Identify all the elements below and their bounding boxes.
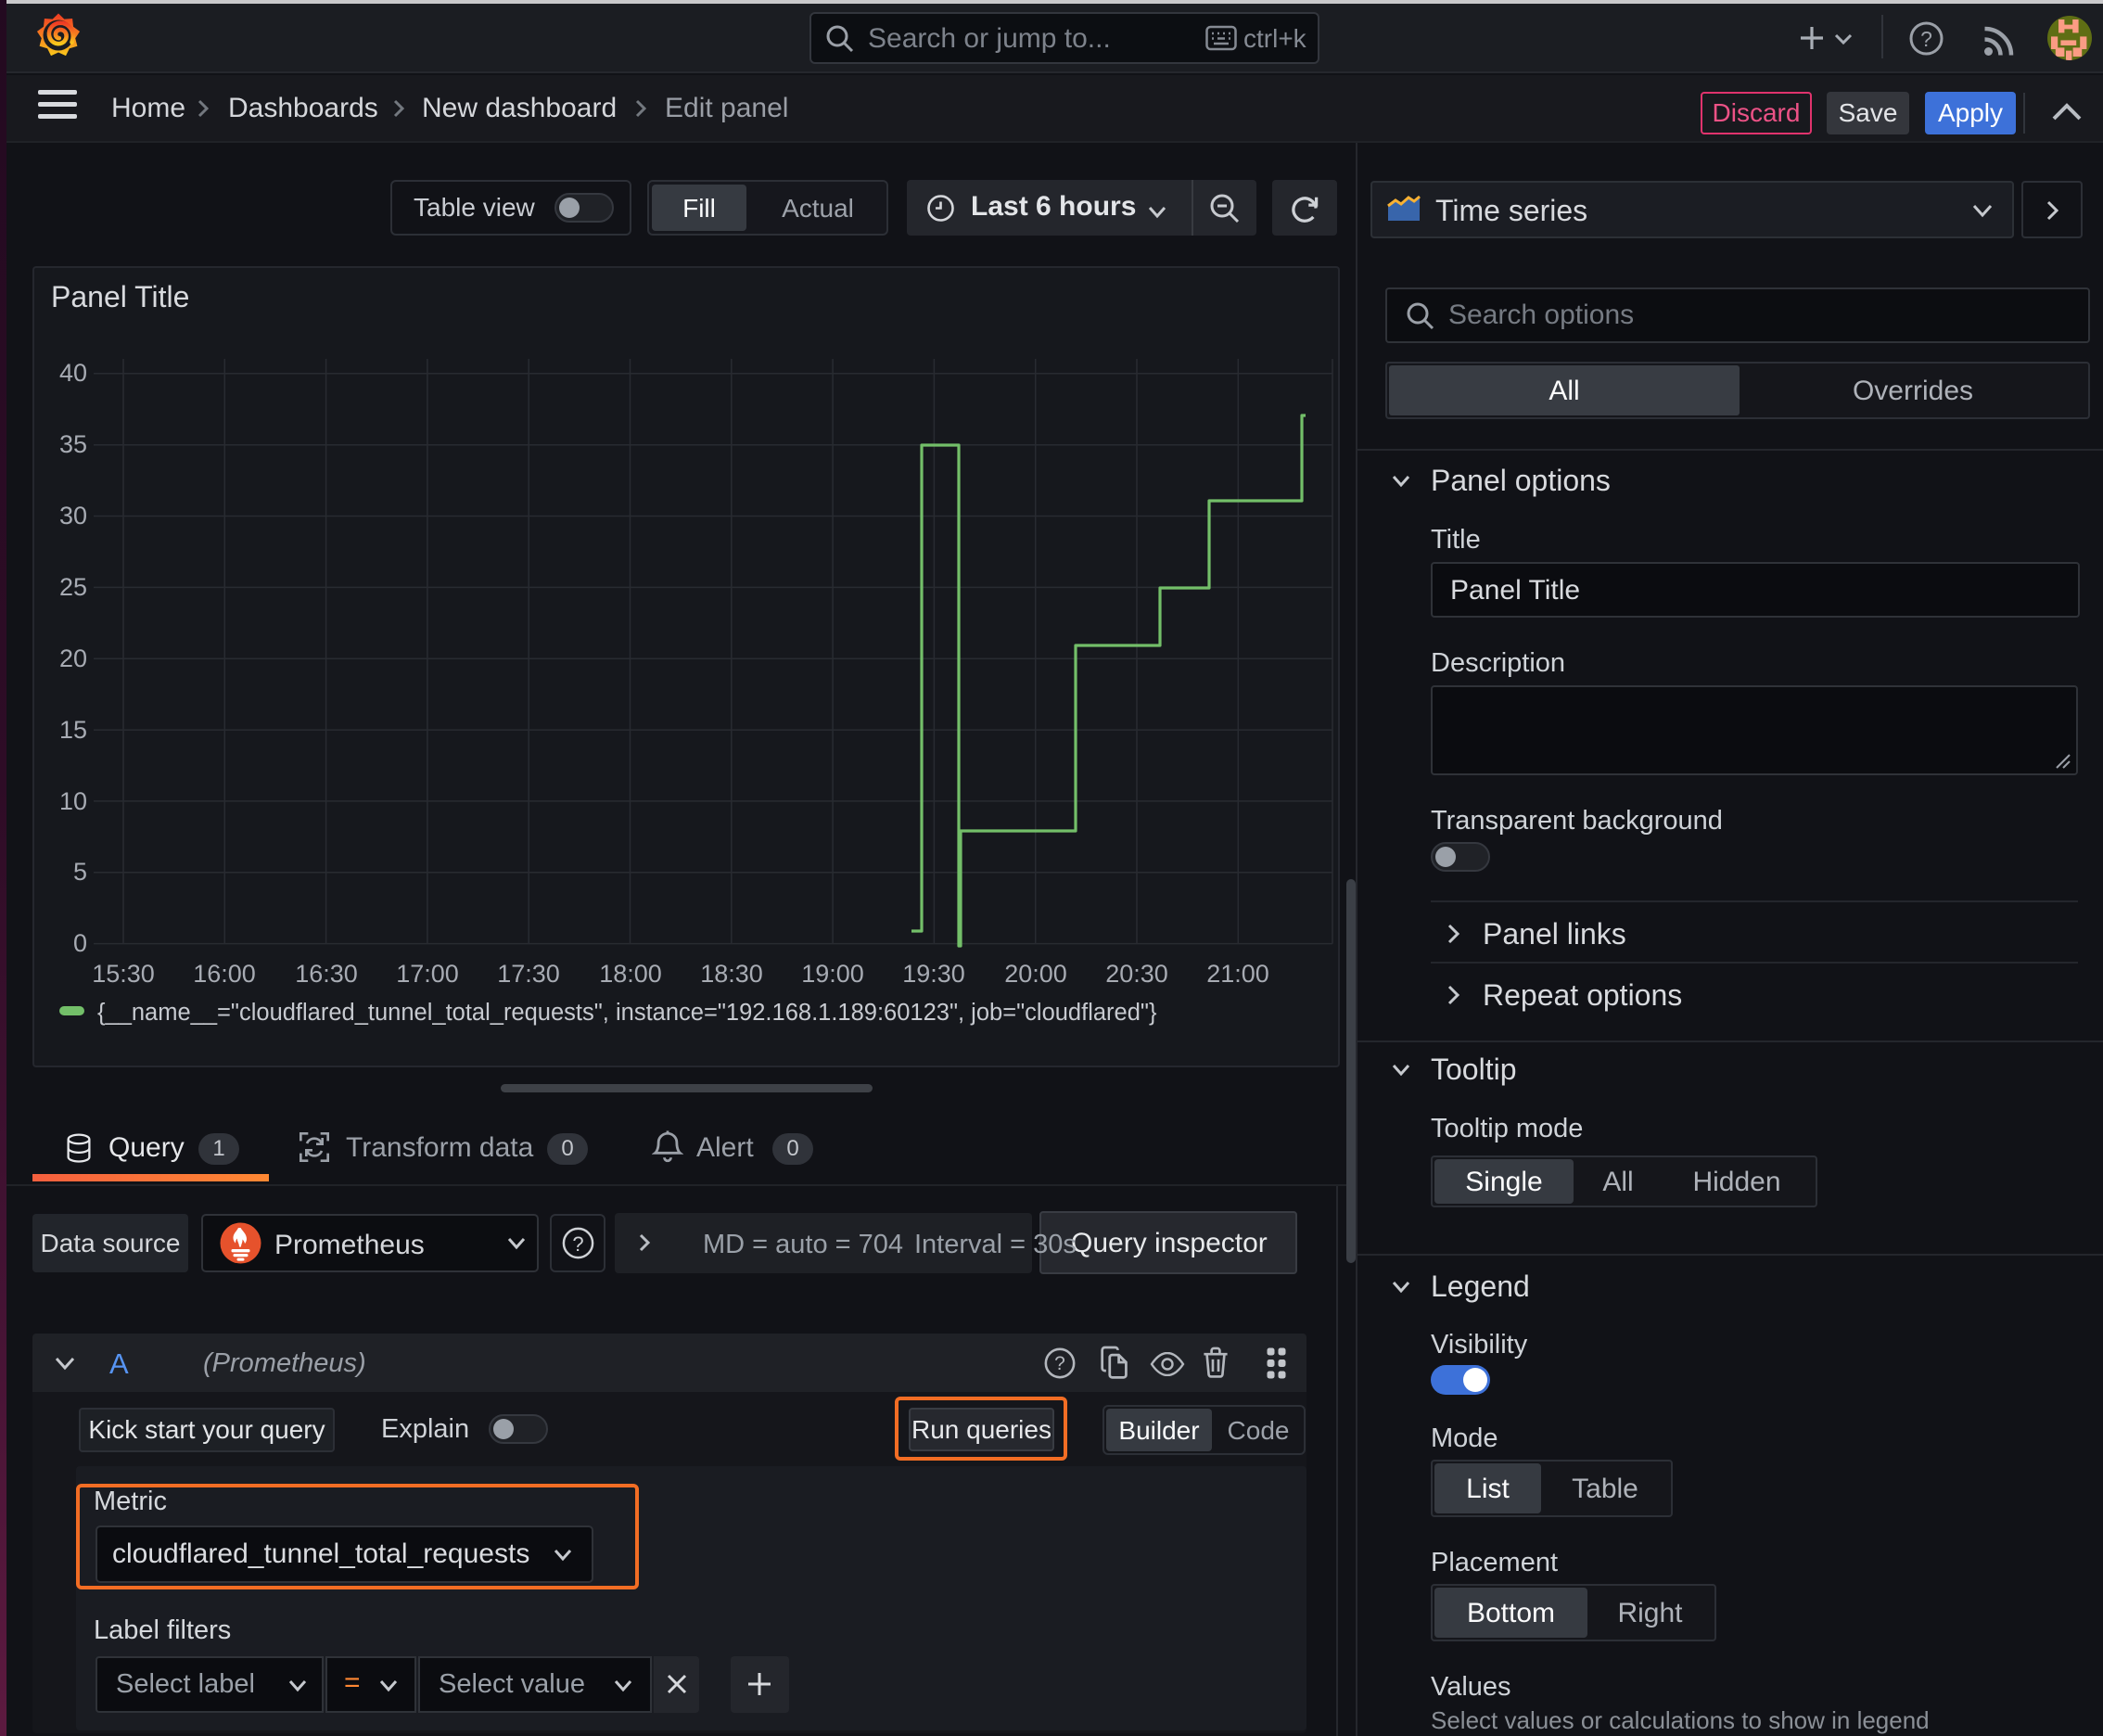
svg-text:15: 15: [59, 716, 87, 744]
svg-text:25: 25: [59, 573, 87, 601]
svg-text:18:00: 18:00: [599, 960, 662, 988]
svg-text:35: 35: [59, 430, 87, 458]
svg-text:16:30: 16:30: [295, 960, 358, 988]
svg-text:15:30: 15:30: [92, 960, 155, 988]
svg-text:30: 30: [59, 502, 87, 530]
svg-text:17:30: 17:30: [497, 960, 560, 988]
svg-text:40: 40: [59, 359, 87, 387]
svg-text:16:00: 16:00: [193, 960, 256, 988]
svg-text:19:00: 19:00: [801, 960, 864, 988]
svg-text:20:00: 20:00: [1004, 960, 1067, 988]
svg-text:17:00: 17:00: [396, 960, 459, 988]
svg-text:20:30: 20:30: [1105, 960, 1168, 988]
svg-text:{__name__="cloudflared_tunnel_: {__name__="cloudflared_tunnel_total_requ…: [97, 1000, 1157, 1026]
svg-text:20: 20: [59, 645, 87, 672]
svg-text:5: 5: [73, 858, 87, 886]
svg-text:0: 0: [73, 929, 87, 957]
svg-text:10: 10: [59, 787, 87, 815]
svg-text:21:00: 21:00: [1206, 960, 1269, 988]
svg-text:18:30: 18:30: [700, 960, 763, 988]
svg-text:19:30: 19:30: [902, 960, 965, 988]
